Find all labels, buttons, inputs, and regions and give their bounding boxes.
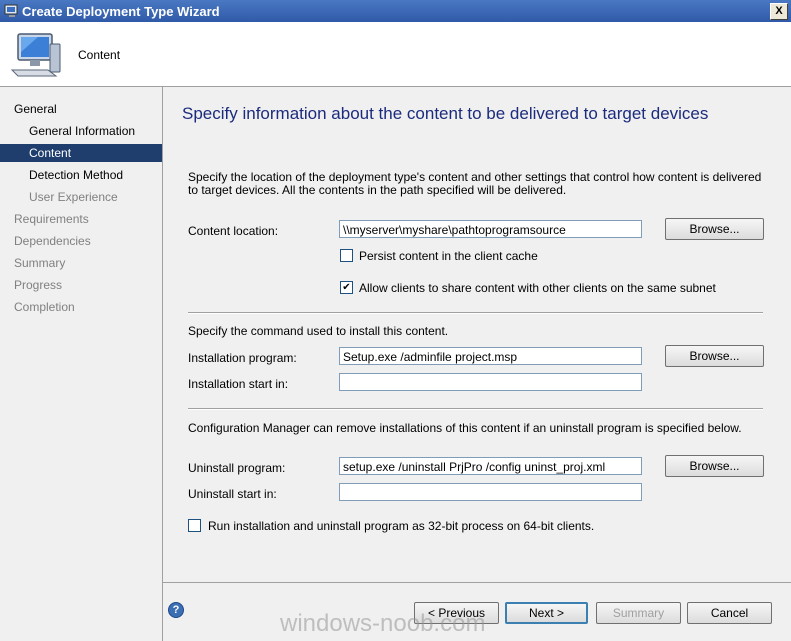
run32-label: Run installation and uninstall program a… xyxy=(208,519,595,533)
uninstall-start-input[interactable] xyxy=(339,483,642,501)
uninstall-start-label: Uninstall start in: xyxy=(188,487,277,501)
page-title: Content xyxy=(78,48,121,62)
help-icon[interactable]: ? xyxy=(168,602,184,618)
persist-checkbox[interactable] xyxy=(340,249,353,262)
wizard-nav: General General Information Content Dete… xyxy=(0,87,163,641)
persist-label: Persist content in the client cache xyxy=(359,249,538,263)
content-location-input[interactable]: \\myserver\myshare\pathtoprogramsource xyxy=(339,220,642,238)
content-location-label: Content location: xyxy=(188,224,279,238)
uninstall-program-input[interactable]: setup.exe /uninstall PrjPro /config unin… xyxy=(339,457,642,475)
cancel-button[interactable]: Cancel xyxy=(687,602,772,624)
title-bar: Create Deployment Type Wizard X xyxy=(0,0,791,22)
install-program-input[interactable]: Setup.exe /adminfile project.msp xyxy=(339,347,642,365)
content-heading: Specify information about the content to… xyxy=(182,104,709,123)
install-browse-button[interactable]: Browse... xyxy=(665,345,764,367)
content-description: Specify the location of the deployment t… xyxy=(188,170,762,197)
nav-item-progress: Progress xyxy=(14,278,63,292)
nav-item-user-experience: User Experience xyxy=(29,190,118,204)
install-start-label: Installation start in: xyxy=(188,377,289,391)
summary-button: Summary xyxy=(596,602,681,624)
nav-item-requirements: Requirements xyxy=(14,212,89,226)
uninstall-section-text: Configuration Manager can remove install… xyxy=(188,421,742,435)
nav-item-general[interactable]: General xyxy=(0,100,162,118)
nav-item-completion: Completion xyxy=(14,300,75,314)
nav-item-detection-method[interactable]: Detection Method xyxy=(0,166,162,184)
separator xyxy=(188,408,763,410)
wizard-content: Specify information about the content to… xyxy=(163,87,791,641)
allow-share-checkbox[interactable]: ✔ xyxy=(340,281,353,294)
window-title: Create Deployment Type Wizard xyxy=(22,4,220,19)
watermark: windows-noob.com xyxy=(280,610,486,637)
close-button[interactable]: X xyxy=(770,3,788,20)
wizard-icon xyxy=(4,4,18,17)
install-section-text: Specify the command used to install this… xyxy=(188,324,449,338)
run32-checkbox[interactable] xyxy=(188,519,201,532)
computer-icon xyxy=(10,33,61,77)
allow-share-label: Allow clients to share content with othe… xyxy=(359,281,716,295)
install-program-label: Installation program: xyxy=(188,351,297,365)
content-browse-button[interactable]: Browse... xyxy=(665,218,764,240)
next-button[interactable]: Next > xyxy=(505,602,588,624)
nav-item-general-information[interactable]: General Information xyxy=(0,122,162,140)
nav-item-summary: Summary xyxy=(14,256,66,270)
separator xyxy=(188,312,763,314)
footer-separator xyxy=(163,582,791,583)
install-start-input[interactable] xyxy=(339,373,642,391)
nav-item-dependencies: Dependencies xyxy=(14,234,91,248)
uninstall-program-label: Uninstall program: xyxy=(188,461,286,475)
nav-item-content[interactable]: Content xyxy=(0,144,162,162)
wizard-header: Content xyxy=(0,22,791,87)
uninstall-browse-button[interactable]: Browse... xyxy=(665,455,764,477)
